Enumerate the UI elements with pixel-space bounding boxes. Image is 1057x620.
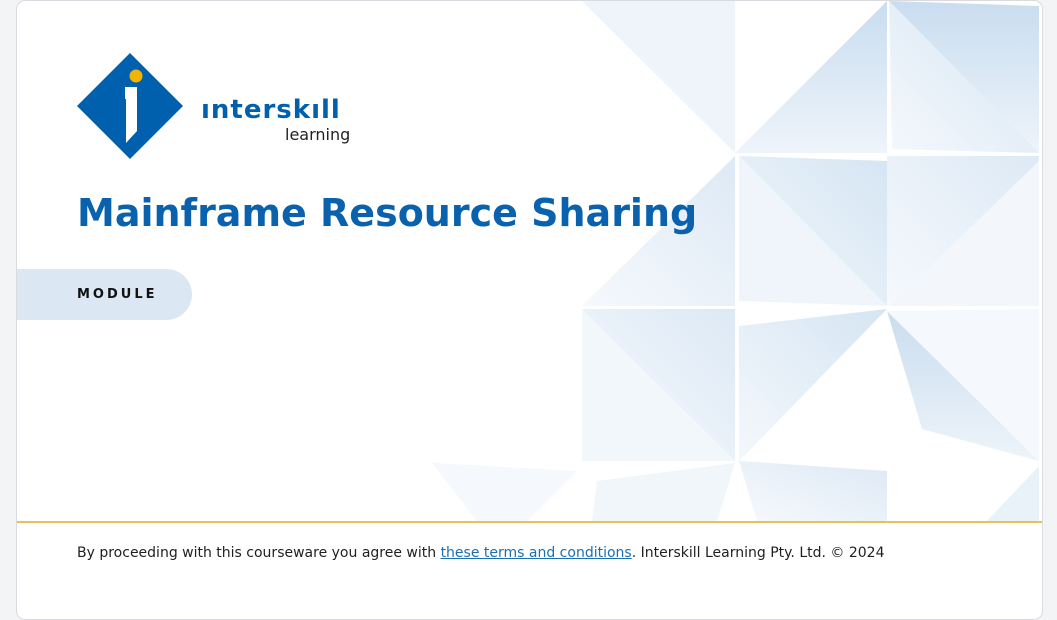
- footer-suffix: . Interskill Learning Pty. Ltd. © 2024: [631, 545, 885, 561]
- splash-card: ınterskıll learning Mainframe Resource S…: [16, 0, 1043, 620]
- module-badge-label: MODULE: [77, 287, 158, 302]
- footer-text: By proceeding with this courseware you a…: [77, 545, 885, 561]
- page-title: Mainframe Resource Sharing: [77, 191, 698, 235]
- terms-link[interactable]: these terms and conditions: [441, 545, 632, 561]
- interskill-diamond-logo-icon: [77, 53, 183, 159]
- footer-prefix: By proceeding with this courseware you a…: [77, 545, 441, 561]
- footer-divider: [17, 521, 1042, 523]
- logo-subtitle: learning: [285, 125, 351, 144]
- logo-wordmark: ınterskıll: [201, 95, 341, 125]
- interskill-logo: ınterskıll learning: [77, 51, 367, 161]
